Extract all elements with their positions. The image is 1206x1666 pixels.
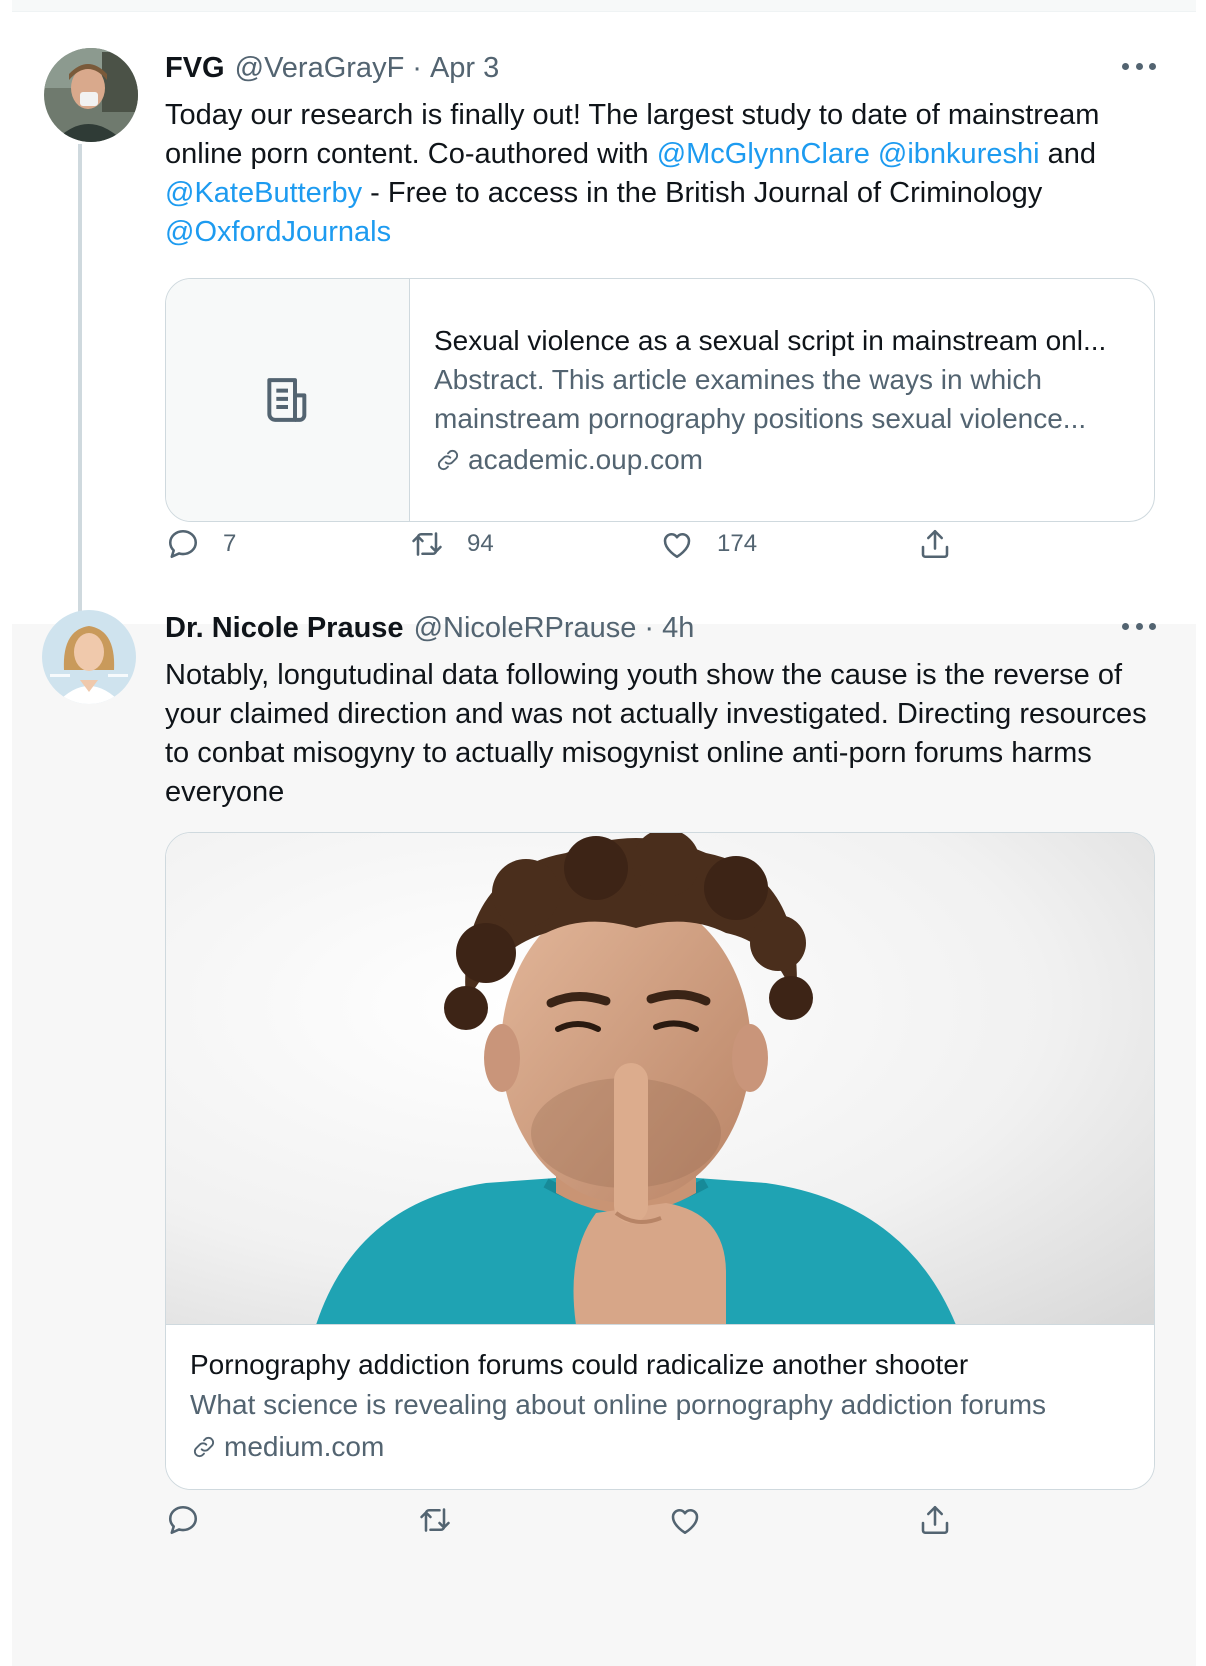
card-thumbnail	[166, 279, 410, 521]
author-handle[interactable]: @NicoleRPrause	[414, 612, 637, 645]
author-name[interactable]: FVG	[165, 52, 225, 85]
tweet-text-part: - Free to access in the British Journal …	[362, 177, 1043, 209]
tweet-text: Notably, longutudinal data following you…	[165, 659, 1147, 808]
tweet-actions: 7 94 174	[165, 526, 995, 570]
separator-dot: ·	[412, 52, 422, 84]
card-title: Sexual violence as a sexual script in ma…	[434, 325, 1107, 356]
tweet-nicole-prause[interactable]: Dr. Nicole Prause @NicoleRPrause · 4h No…	[12, 610, 1196, 1666]
timeline-top-divider	[12, 0, 1196, 12]
reply-button[interactable]: 7	[165, 526, 236, 562]
retweet-icon	[412, 532, 442, 556]
man-shushing-photo	[166, 833, 1154, 1324]
reply-icon	[168, 1505, 198, 1535]
card-domain: medium.com	[190, 1427, 1130, 1467]
tweet-actions	[165, 1502, 995, 1546]
tweet-text-part: and	[1039, 138, 1096, 170]
link-card[interactable]: Pornography addiction forums could radic…	[165, 832, 1155, 1490]
share-icon	[921, 1505, 949, 1535]
mention-link[interactable]: @KateButterby	[165, 177, 362, 209]
tweet-timestamp[interactable]: Apr 3	[430, 52, 499, 85]
avatar[interactable]	[44, 48, 138, 142]
thread-connector-line	[78, 144, 82, 634]
tweet-timestamp[interactable]: 4h	[662, 612, 694, 645]
retweet-button[interactable]: 94	[409, 526, 494, 562]
tweet-text-part	[870, 138, 878, 170]
card-domain: academic.oup.com	[434, 440, 1130, 479]
card-description: Abstract. This article examines the ways…	[434, 364, 1087, 434]
mention-link[interactable]: @McGlynnClare	[657, 138, 870, 170]
card-description: What science is revealing about online p…	[190, 1389, 1047, 1420]
tweet-text: Today our research is finally out! The l…	[165, 96, 1155, 252]
card-domain-text: medium.com	[224, 1431, 385, 1462]
reply-count: 7	[223, 530, 237, 557]
like-icon	[663, 532, 691, 559]
tweet-vera-gray[interactable]: FVG @VeraGrayF · Apr 3 Today our researc…	[12, 12, 1196, 624]
share-button[interactable]	[917, 1502, 953, 1538]
author-handle[interactable]: @VeraGrayF	[235, 52, 405, 85]
card-title: Pornography addiction forums could radic…	[190, 1349, 969, 1380]
tweet-header: FVG @VeraGrayF · Apr 3	[165, 52, 499, 85]
reply-button[interactable]	[165, 1502, 201, 1538]
tweet-header: Dr. Nicole Prause @NicoleRPrause · 4h	[165, 612, 694, 645]
author-name[interactable]: Dr. Nicole Prause	[165, 612, 404, 645]
avatar[interactable]	[42, 610, 136, 704]
link-icon	[437, 449, 459, 470]
more-icon[interactable]	[1122, 616, 1156, 636]
mention-link[interactable]: @ibnkureshi	[878, 138, 1040, 170]
article-icon	[266, 378, 306, 422]
link-icon	[193, 1436, 215, 1458]
retweet-count: 94	[467, 530, 494, 557]
more-icon[interactable]	[1122, 56, 1156, 76]
separator-dot: ·	[644, 612, 655, 644]
share-button[interactable]	[917, 526, 953, 562]
share-icon	[921, 529, 949, 559]
mention-link[interactable]: @OxfordJournals	[165, 216, 391, 248]
card-info: Sexual violence as a sexual script in ma…	[410, 279, 1154, 521]
like-button[interactable]: 174	[659, 526, 757, 562]
card-image	[166, 833, 1154, 1325]
like-icon	[671, 1508, 699, 1535]
card-info: Pornography addiction forums could radic…	[166, 1325, 1154, 1489]
retweet-icon	[420, 1508, 450, 1532]
reply-icon	[168, 529, 198, 559]
like-count: 174	[717, 530, 758, 557]
card-domain-text: academic.oup.com	[468, 444, 704, 475]
retweet-button[interactable]	[417, 1502, 453, 1538]
like-button[interactable]	[667, 1502, 703, 1538]
link-card[interactable]: Sexual violence as a sexual script in ma…	[165, 278, 1155, 522]
